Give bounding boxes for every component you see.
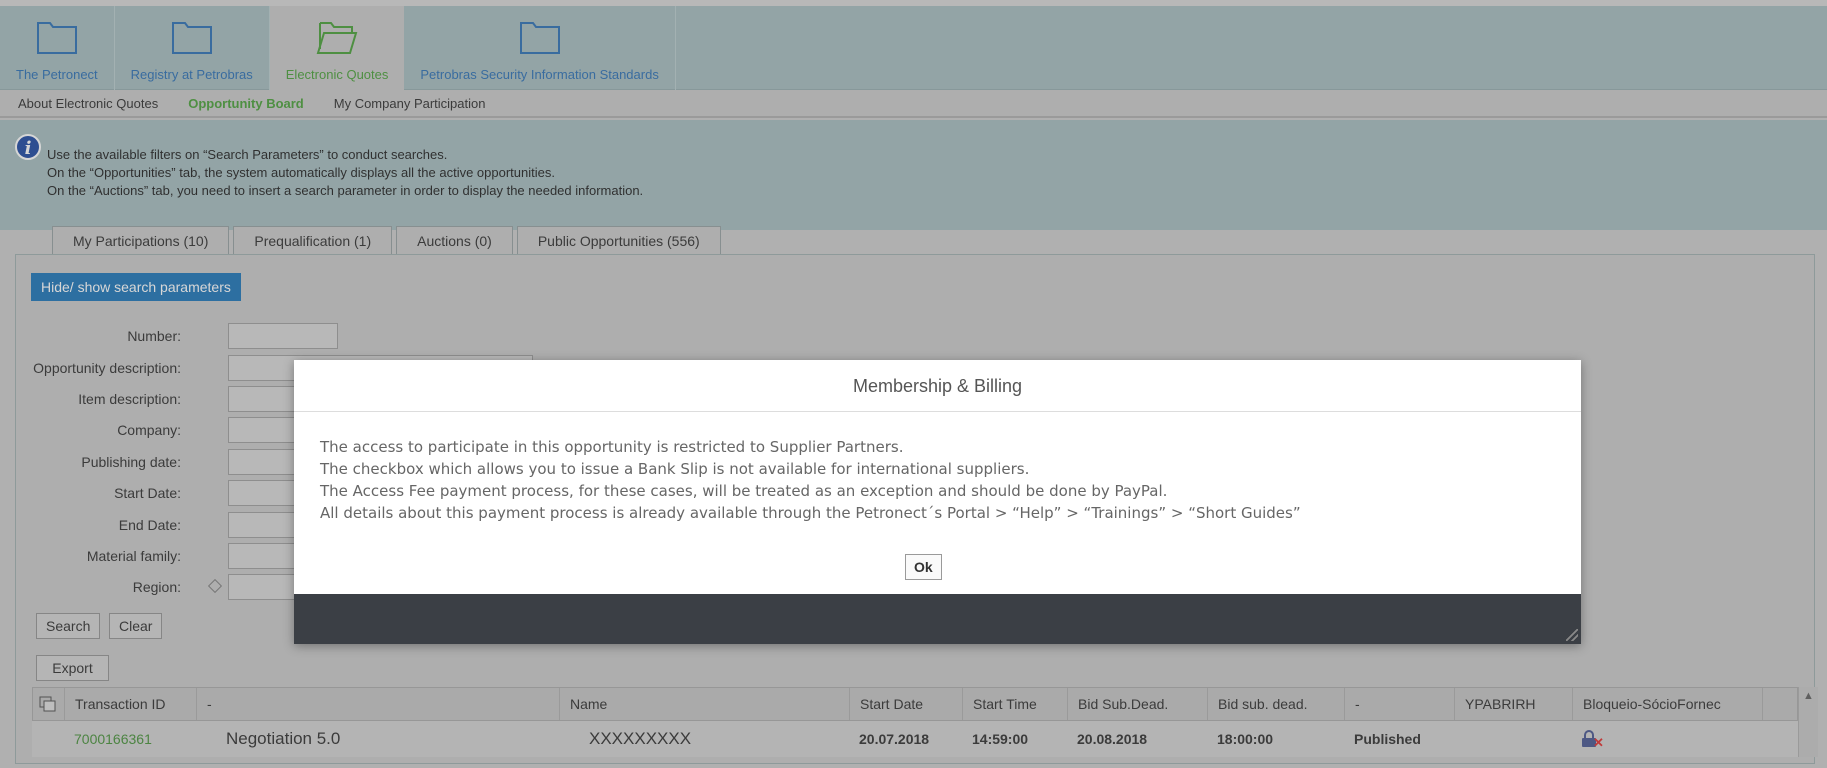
ok-button[interactable]: Ok [905, 554, 942, 580]
dialog-title: Membership & Billing [294, 360, 1581, 412]
dialog-body: The access to participate in this opport… [294, 412, 1581, 524]
membership-billing-dialog: Membership & Billing The access to parti… [294, 360, 1581, 644]
dialog-line: All details about this payment process i… [320, 504, 1301, 522]
dialog-line: The access to participate in this opport… [320, 438, 904, 456]
dialog-line: The checkbox which allows you to issue a… [320, 460, 1030, 478]
dialog-line: The Access Fee payment process, for thes… [320, 482, 1168, 500]
dialog-footer [294, 594, 1581, 644]
resize-grip-icon[interactable] [1566, 629, 1578, 641]
